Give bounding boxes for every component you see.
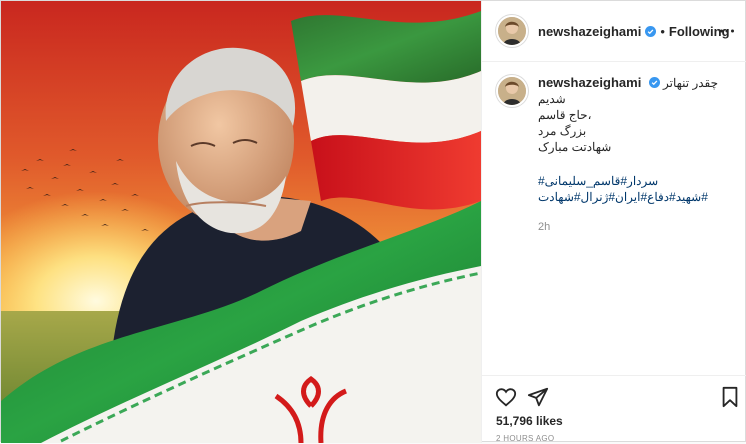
- like-count[interactable]: 51,796 likes: [496, 414, 563, 428]
- caption-line: ،حاج قاسم: [538, 108, 592, 122]
- post-actions: 51,796 likes 2 HOURS AGO: [482, 375, 746, 444]
- separator-dot: •: [660, 23, 665, 39]
- avatar[interactable]: [496, 15, 528, 47]
- more-options-icon[interactable]: [719, 23, 735, 39]
- hashtag-link[interactable]: #شهید#دفاع#ایران#ژنرال#شهادت: [538, 189, 738, 205]
- caption-timestamp[interactable]: 2h: [538, 219, 738, 235]
- hashtag-link[interactable]: سردار#قاسم_سلیمانی#: [538, 173, 738, 189]
- post-image-illustration: [1, 1, 481, 443]
- paper-plane-icon[interactable]: [527, 386, 549, 408]
- caption-avatar-image: [498, 77, 526, 105]
- post-header: newshazeighami • Following: [482, 1, 746, 62]
- caption-body: newshazeighami چقدر تنهاتر شدیم ،حاج قاس…: [538, 75, 738, 235]
- heart-icon[interactable]: [495, 386, 517, 408]
- bookmark-icon[interactable]: [719, 386, 741, 408]
- instagram-post: newshazeighami • Following newshazeigham…: [0, 0, 746, 443]
- caption-line: شهادتت مبارک: [538, 140, 612, 154]
- caption-verified-badge-icon: [648, 77, 660, 88]
- avatar-image: [498, 17, 526, 45]
- caption-line: بزرگ مرد: [538, 124, 587, 138]
- caption-username[interactable]: newshazeighami: [538, 75, 641, 90]
- caption-avatar[interactable]: [496, 75, 528, 107]
- post-sidebar: newshazeighami • Following newshazeigham…: [481, 1, 746, 443]
- caption-hashtags: سردار#قاسم_سلیمانی# #شهید#دفاع#ایران#ژنر…: [538, 173, 738, 205]
- post-image[interactable]: [1, 1, 481, 443]
- header-username[interactable]: newshazeighami: [538, 24, 641, 39]
- verified-badge-icon: [645, 25, 657, 37]
